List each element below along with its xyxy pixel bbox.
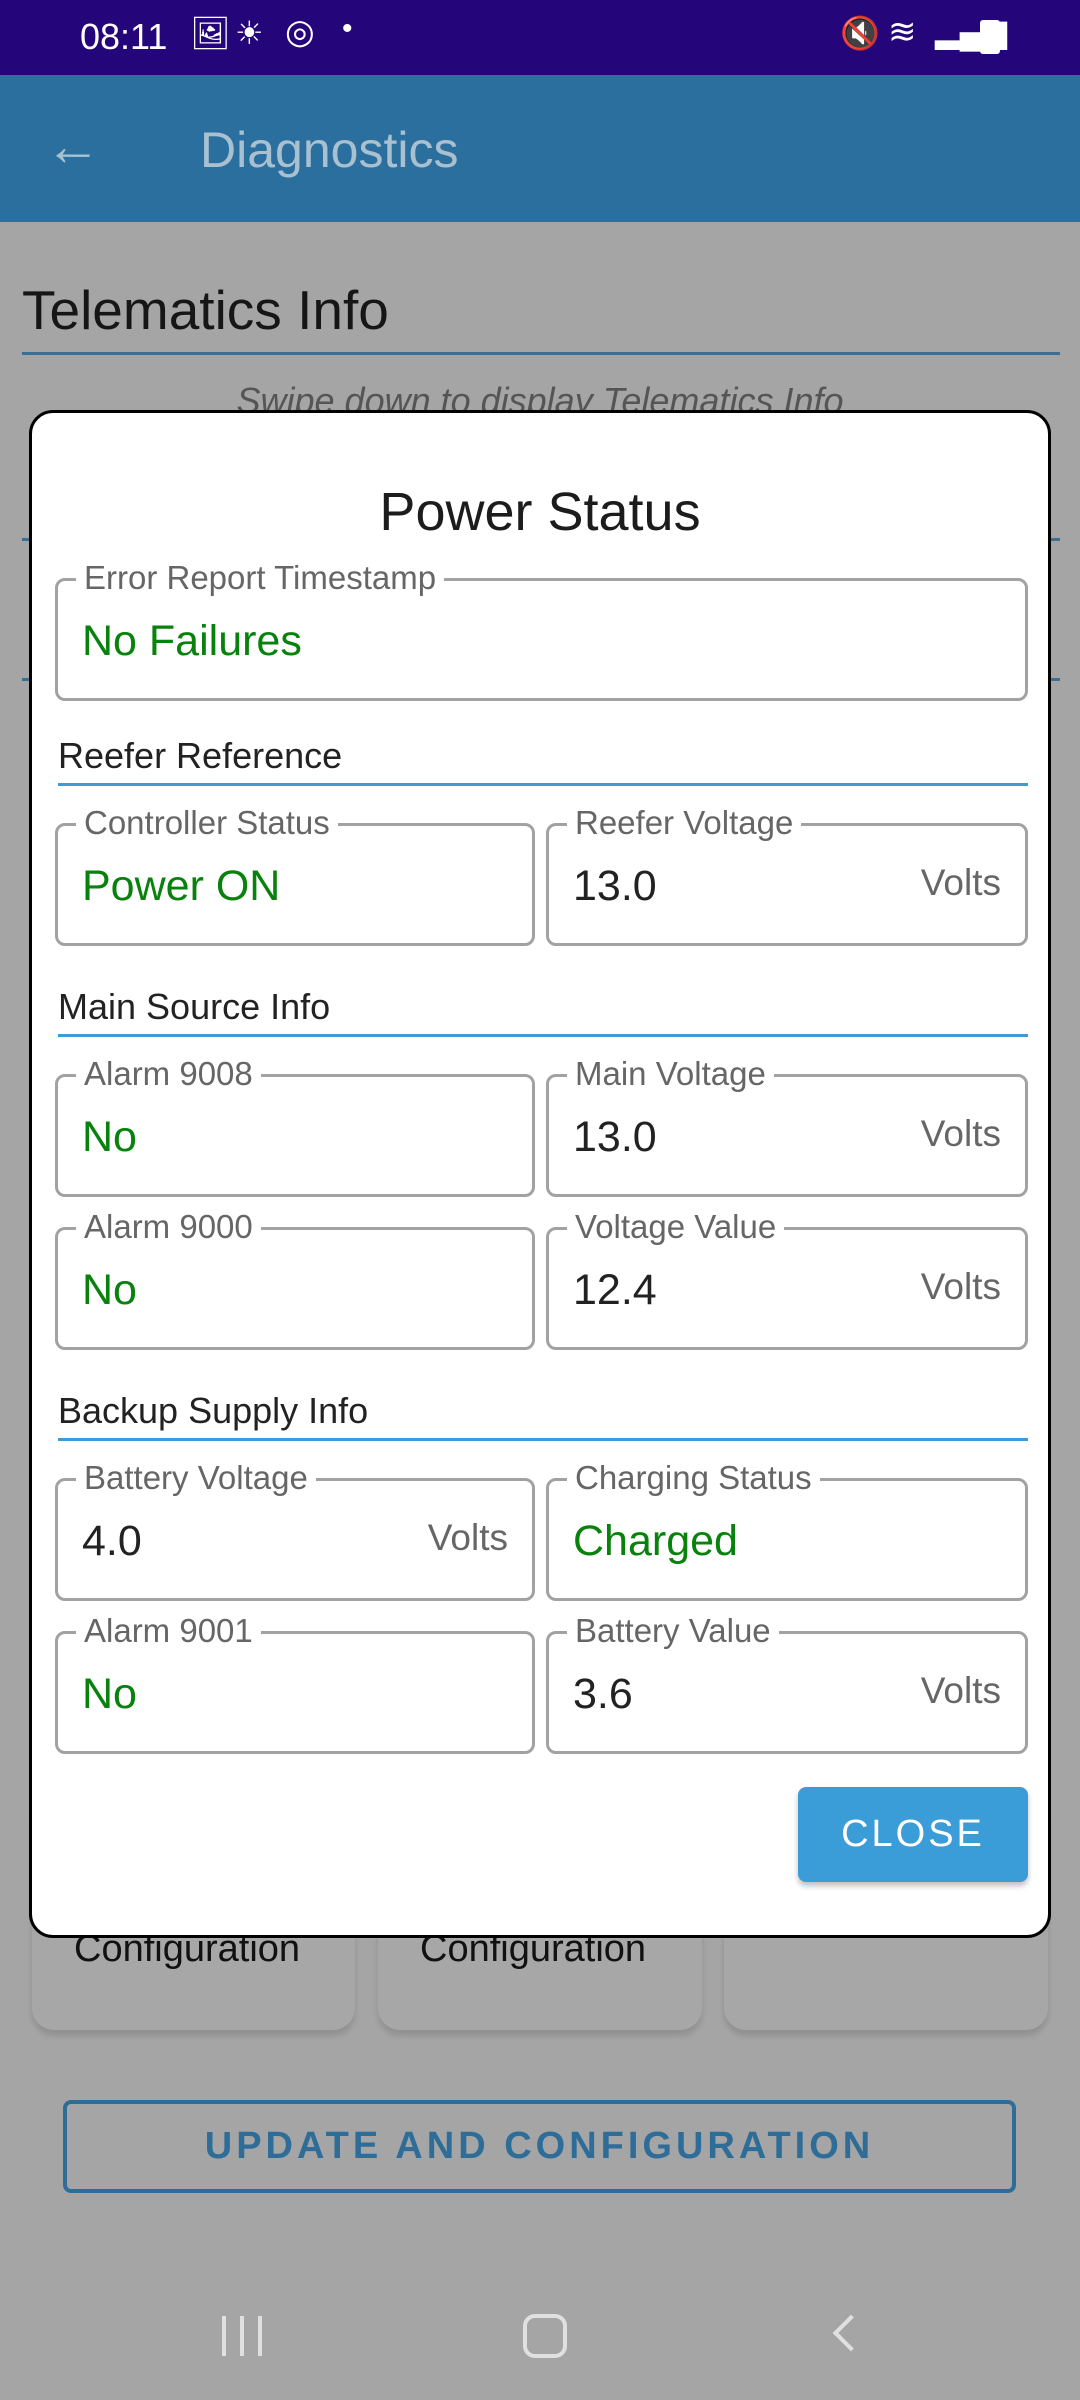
field-value: Charged <box>573 1517 738 1565</box>
section-divider <box>58 1438 1028 1441</box>
divider <box>22 352 1060 355</box>
field-unit: Volts <box>427 1517 508 1558</box>
section-heading: Reefer Reference <box>58 735 343 776</box>
mute-icon: 🔇 <box>840 15 880 51</box>
field-value: No Failures <box>82 617 302 665</box>
field-value: No <box>82 1670 137 1718</box>
status-bar: 08:11 🖼 ☀ ◎ • 🔇 ≋ ▂▄▆ <box>0 0 1080 75</box>
field-alarm-9001: Alarm 9001 No <box>55 1612 535 1754</box>
field-unit: Volts <box>920 862 1001 903</box>
field-alarm-9000: Alarm 9000 No <box>55 1208 535 1350</box>
field-voltage-value: Voltage Value 12.4 Volts <box>546 1208 1028 1350</box>
page-title: Diagnostics <box>200 122 459 178</box>
field-label: Alarm 9008 <box>76 1055 261 1093</box>
battery-icon <box>980 20 1000 54</box>
section-divider <box>58 783 1028 786</box>
home-icon[interactable] <box>523 2314 567 2358</box>
field-label: Main Voltage <box>567 1055 774 1093</box>
field-value: Power ON <box>82 862 281 910</box>
dot-icon: • <box>342 12 353 45</box>
field-label: Controller Status <box>76 804 338 842</box>
weather-icon: ☀ <box>235 15 264 51</box>
sync-icon: ◎ <box>285 13 315 51</box>
field-main-voltage: Main Voltage 13.0 Volts <box>546 1055 1028 1197</box>
section-heading: Backup Supply Info <box>58 1390 369 1431</box>
field-value: 4.0 <box>82 1517 142 1565</box>
field-value: 13.0 <box>573 1113 657 1161</box>
field-alarm-9008: Alarm 9008 No <box>55 1055 535 1197</box>
field-charging-status: Charging Status Charged <box>546 1459 1028 1601</box>
section-divider <box>58 1034 1028 1037</box>
back-icon[interactable] <box>832 2314 870 2352</box>
field-battery-value: Battery Value 3.6 Volts <box>546 1612 1028 1754</box>
field-label: Reefer Voltage <box>567 804 802 842</box>
field-unit: Volts <box>920 1670 1001 1711</box>
app-bar: ← Diagnostics <box>0 75 1080 222</box>
field-unit: Volts <box>920 1113 1001 1154</box>
field-unit: Volts <box>920 1266 1001 1307</box>
field-value: 3.6 <box>573 1670 633 1718</box>
field-value: No <box>82 1266 137 1314</box>
arrow-left-icon[interactable]: ← <box>45 113 101 178</box>
field-label: Charging Status <box>567 1459 820 1497</box>
field-label: Error Report Timestamp <box>76 559 445 597</box>
dialog-title: Power Status <box>379 482 701 542</box>
field-label: Voltage Value <box>567 1208 785 1246</box>
update-configuration-button[interactable]: UPDATE AND CONFIGURATION <box>63 2100 1016 2193</box>
field-label: Alarm 9000 <box>76 1208 261 1246</box>
field-value: 12.4 <box>573 1266 657 1314</box>
power-status-dialog: Power Status Error Report Timestamp No F… <box>29 410 1051 1938</box>
field-label: Battery Value <box>567 1612 779 1650</box>
field-reefer-voltage: Reefer Voltage 13.0 Volts <box>546 804 1028 946</box>
field-battery-voltage: Battery Voltage 4.0 Volts <box>55 1459 535 1601</box>
field-label: Alarm 9001 <box>76 1612 261 1650</box>
section-heading: Main Source Info <box>58 986 331 1027</box>
recents-icon[interactable] <box>222 2316 262 2356</box>
status-time: 08:11 <box>80 16 168 57</box>
wifi-icon: ≋ <box>888 13 917 51</box>
field-controller-status: Controller Status Power ON <box>55 804 535 946</box>
field-label: Battery Voltage <box>76 1459 316 1497</box>
section-title: Telematics Info <box>22 279 389 341</box>
error-report-field: Error Report Timestamp No Failures <box>55 559 1028 701</box>
field-value: 13.0 <box>573 862 657 910</box>
field-value: No <box>82 1113 137 1161</box>
image-icon: 🖼 <box>190 15 231 51</box>
close-button[interactable]: CLOSE <box>798 1787 1028 1882</box>
